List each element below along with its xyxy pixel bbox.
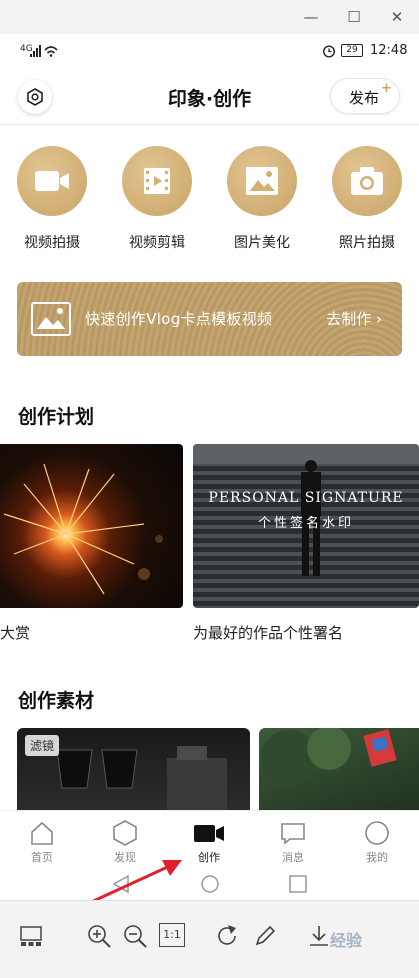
- vlog-template-banner[interactable]: 快速创作Vlog卡点模板视频 去制作 ›: [17, 282, 402, 356]
- system-nav-bar: [0, 870, 419, 900]
- signal-icon: [30, 45, 58, 57]
- status-bar: 4G 29 12:48: [0, 34, 419, 68]
- download-icon[interactable]: [306, 923, 332, 949]
- plan-card-image-sparkler[interactable]: [0, 444, 183, 608]
- filter-tag: 滤镜: [25, 735, 60, 756]
- tab-messages[interactable]: 消息: [263, 819, 323, 865]
- recents-icon[interactable]: [289, 875, 307, 893]
- material-card-filter[interactable]: 滤镜: [17, 728, 250, 810]
- publish-label: 发布: [349, 89, 380, 107]
- film-icon: [144, 168, 170, 194]
- header-divider: [0, 124, 419, 125]
- materials-section-title: 创作素材: [18, 690, 95, 712]
- image-viewer-toolbar: 1:1 经验: [0, 900, 419, 978]
- alarm-icon: [322, 45, 336, 58]
- maximize-button[interactable]: ☐: [343, 6, 365, 28]
- actual-size-icon[interactable]: 1:1: [159, 923, 185, 947]
- rotate-icon[interactable]: [214, 923, 240, 949]
- tool-video-shoot[interactable]: 视频拍摄: [9, 146, 95, 252]
- message-icon: [281, 823, 305, 845]
- tool-image-beautify[interactable]: 图片美化: [219, 146, 305, 252]
- tool-photo-shoot[interactable]: 照片拍摄: [324, 146, 410, 252]
- tool-label: 照片拍摄: [339, 235, 395, 251]
- window-titlebar: — ☐ ✕: [0, 0, 419, 34]
- video-camera-icon: [35, 171, 69, 191]
- edit-pencil-icon[interactable]: [252, 923, 278, 949]
- zoom-in-icon[interactable]: [86, 923, 112, 949]
- plan-card-caption: 大赏: [0, 624, 31, 642]
- home-icon: [31, 821, 53, 845]
- minimize-button[interactable]: —: [300, 6, 322, 28]
- tool-label: 图片美化: [234, 235, 290, 251]
- tool-label: 视频剪辑: [129, 235, 185, 251]
- plan-section-title: 创作计划: [18, 406, 95, 428]
- banner-cta[interactable]: 去制作 ›: [326, 308, 382, 329]
- template-image-icon: [31, 302, 71, 336]
- app-header: 印象·创作 发布 +: [0, 74, 419, 120]
- phone-screen: 4G 29 12:48 印象·创作 发布 + 视频拍摄 视频剪辑 图片美化 照片…: [0, 34, 419, 900]
- watermark: 经验: [330, 931, 363, 950]
- video-camera-icon: [194, 825, 224, 842]
- tool-label: 视频拍摄: [24, 235, 80, 251]
- zoom-out-icon[interactable]: [122, 923, 148, 949]
- battery-icon: 29: [341, 44, 363, 57]
- publish-plus-icon: +: [381, 81, 392, 96]
- tool-video-edit[interactable]: 视频剪辑: [114, 146, 200, 252]
- sparkler-photo: [3, 463, 163, 595]
- close-button[interactable]: ✕: [386, 6, 408, 28]
- signature-overlay-cn: 个性签名水印: [257, 516, 354, 531]
- publish-button[interactable]: 发布 +: [330, 78, 400, 114]
- banner-text: 快速创作Vlog卡点模板视频: [85, 310, 273, 328]
- trees-photo: [261, 728, 397, 786]
- home-circle-icon[interactable]: [200, 874, 220, 894]
- bottom-tab-bar: 首页 发现 创作 消息 我的: [0, 810, 419, 870]
- plan-card-caption: 为最好的作品个性署名: [193, 624, 344, 642]
- thumbnail-view-icon[interactable]: [18, 923, 44, 949]
- hexagon-icon: [113, 820, 137, 846]
- annotation-arrow: [92, 860, 182, 900]
- signature-overlay-en: PERSONAL SIGNATURE: [208, 490, 404, 506]
- profile-icon: [365, 821, 389, 845]
- image-icon: [246, 167, 278, 195]
- tab-profile[interactable]: 我的: [347, 819, 407, 865]
- camera-icon: [351, 167, 383, 195]
- clock: 12:48: [370, 43, 408, 58]
- tab-home[interactable]: 首页: [12, 819, 72, 865]
- plan-card-image-signature[interactable]: PERSONAL SIGNATURE 个性签名水印: [193, 444, 419, 608]
- material-card-trees[interactable]: [259, 728, 419, 810]
